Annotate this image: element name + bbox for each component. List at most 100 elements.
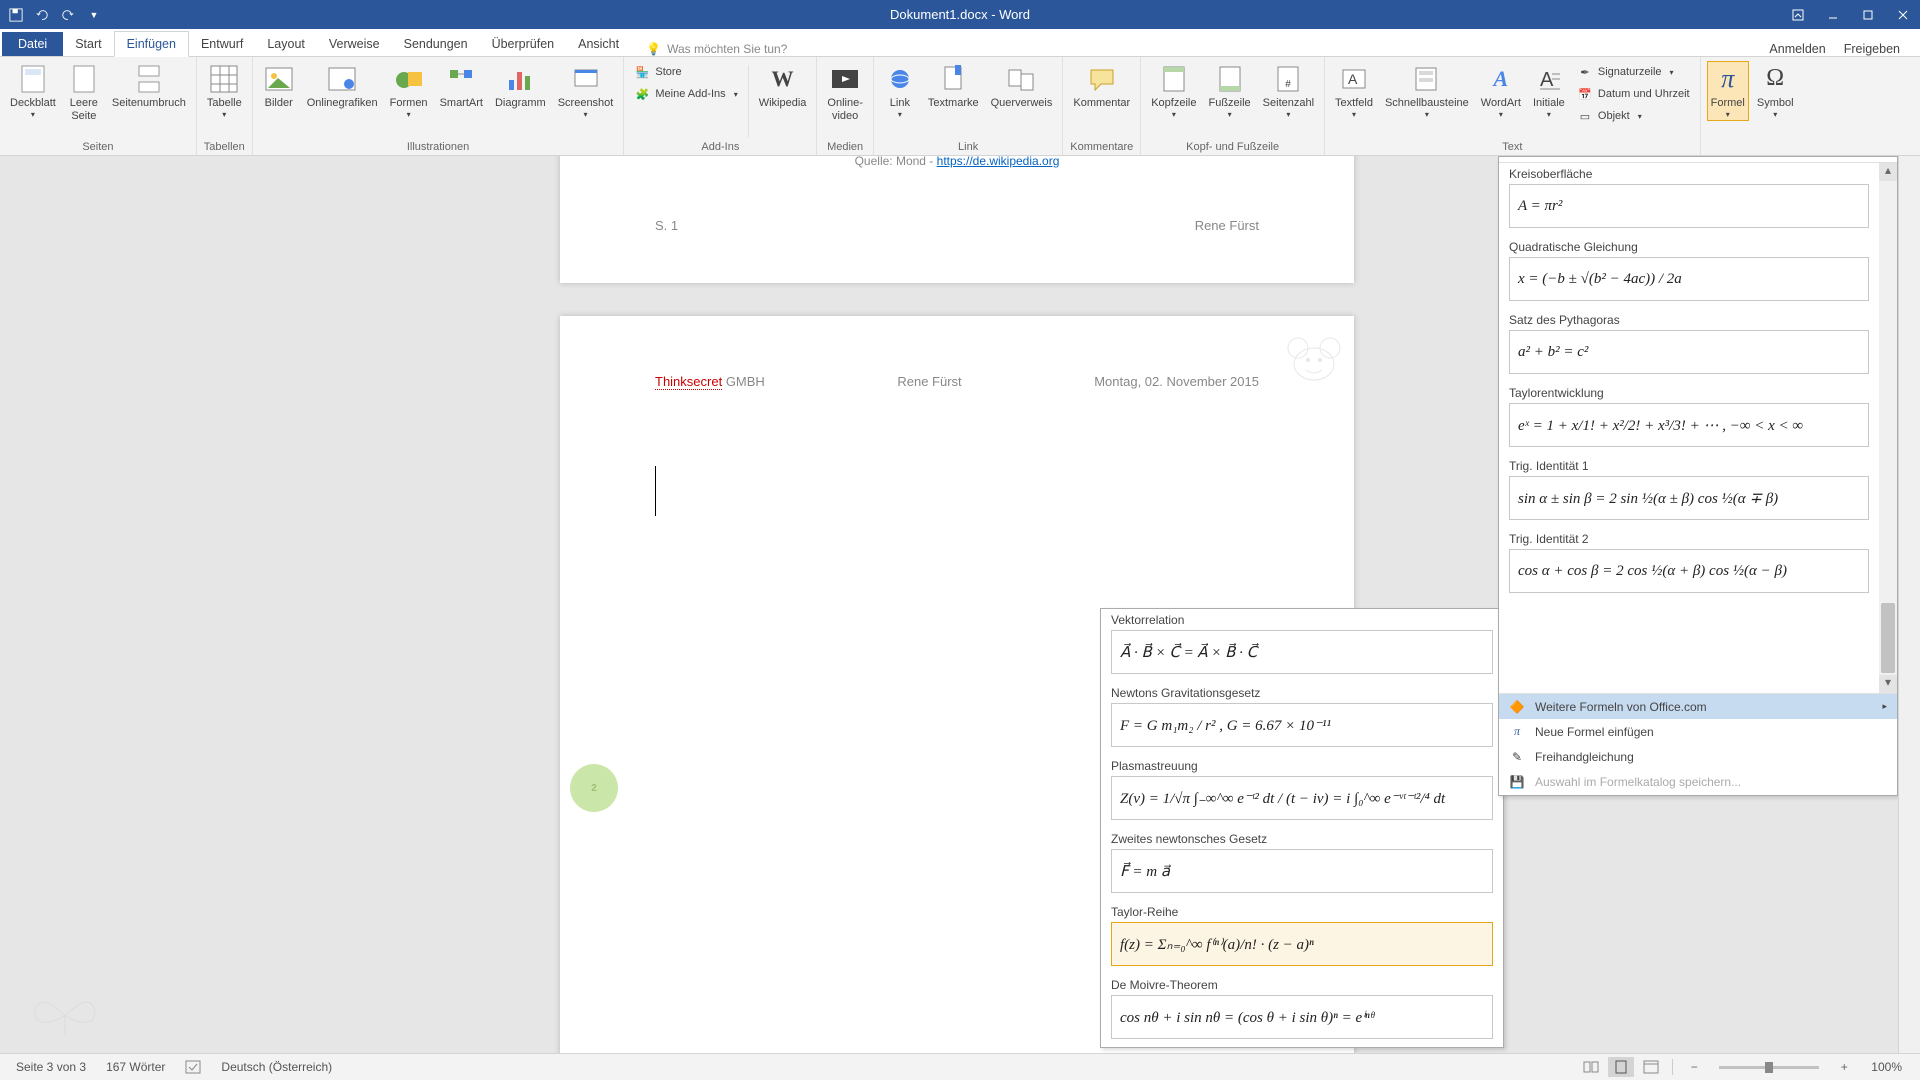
gallery-scrollbar[interactable]: ▴ ▾ [1879,163,1897,693]
footer-icon [1214,63,1246,95]
tab-einfuegen[interactable]: Einfügen [114,31,189,57]
pictures-icon [263,63,295,95]
equation-item[interactable]: Taylorentwicklungeˣ = 1 + x/1! + x²/2! +… [1499,382,1879,447]
share-button[interactable]: Freigeben [1844,42,1900,56]
formen-button[interactable]: Formen▾ [386,61,432,121]
formel-button[interactable]: πFormel▾ [1707,61,1749,121]
label: Link [890,97,910,110]
deckblatt-button[interactable]: Deckblatt▾ [6,61,60,121]
status-words[interactable]: 167 Wörter [96,1060,175,1074]
zoom-in-icon[interactable]: + [1831,1057,1857,1077]
diagramm-button[interactable]: Diagramm [491,61,550,112]
equation-item[interactable]: Zweites newtonsches GesetzF⃗ = m a⃗ [1101,828,1503,893]
save-icon[interactable] [4,4,28,26]
tab-ueberpruefen[interactable]: Überprüfen [480,32,567,56]
scroll-thumb[interactable] [1881,603,1895,673]
textfeld-button[interactable]: ATextfeld▾ [1331,61,1377,121]
close-icon[interactable] [1885,0,1920,29]
equation-item[interactable]: Taylor-Reihef(z) = Σₙ₌₀^∞ f⁽ⁿ⁾(a)/n! · (… [1101,901,1503,966]
label: Meine Add-Ins [655,88,725,100]
wikipedia-button[interactable]: WWikipedia [755,61,811,112]
datum-uhrzeit-button[interactable]: 📅Datum und Uhrzeit [1573,83,1694,105]
equation-title: Satz des Pythagoras [1509,313,1869,330]
equation-item[interactable]: VektorrelationA⃗ · B⃗ × C⃗ = A⃗ × B⃗ · C… [1101,609,1503,674]
scroll-up-icon[interactable]: ▴ [1879,163,1897,181]
zoom-thumb[interactable] [1765,1062,1773,1073]
vertical-scrollbar[interactable] [1898,156,1920,1053]
view-read-icon[interactable] [1578,1057,1604,1077]
company-name-b: GMBH [722,374,765,389]
table-icon [208,63,240,95]
tab-start[interactable]: Start [63,32,113,56]
redo-icon[interactable] [56,4,80,26]
window-title: Dokument1.docx - Word [890,7,1030,22]
bilder-button[interactable]: Bilder [259,61,299,112]
label: Textmarke [928,97,979,110]
equation-item[interactable]: Trig. Identität 2cos α + cos β = 2 cos ½… [1499,528,1879,593]
tab-ansicht[interactable]: Ansicht [566,32,631,56]
tab-entwurf[interactable]: Entwurf [189,32,255,56]
tab-layout[interactable]: Layout [255,32,317,56]
textmarke-button[interactable]: Textmarke [924,61,983,112]
tabelle-button[interactable]: Tabelle▾ [203,61,246,121]
link-button[interactable]: Link▾ [880,61,920,121]
tab-sendungen[interactable]: Sendungen [392,32,480,56]
label: Neue Formel einfügen [1535,725,1654,739]
equation-item[interactable]: Quadratische Gleichungx = (−b ± √(b² − 4… [1499,236,1879,301]
scroll-down-icon[interactable]: ▾ [1879,675,1897,693]
zoom-out-icon[interactable]: − [1681,1057,1707,1077]
smartart-button[interactable]: SmartArt [436,61,487,112]
kommentar-button[interactable]: Kommentar [1069,61,1134,112]
symbol-button[interactable]: ΩSymbol▾ [1753,61,1798,121]
status-language[interactable]: Deutsch (Österreich) [211,1060,342,1074]
view-web-icon[interactable] [1638,1057,1664,1077]
fusszeile-button[interactable]: Fußzeile▾ [1204,61,1254,121]
wordart-button[interactable]: AWordArt▾ [1477,61,1525,121]
equation-preview: Z(v) = 1/√π ∫₋∞^∞ e⁻ᵗ² dt / (t − iv) = i… [1111,776,1493,820]
seitenzahl-button[interactable]: #Seitenzahl▾ [1259,61,1318,121]
signaturzeile-button[interactable]: ✒Signaturzeile▾ [1573,61,1694,83]
label: Tabelle [207,97,242,110]
seitenumbruch-button[interactable]: Seitenumbruch [108,61,190,112]
new-equation[interactable]: πNeue Formel einfügen [1499,719,1897,744]
undo-icon[interactable] [30,4,54,26]
addins-icon: 🧩 [634,86,650,102]
screenshot-button[interactable]: Screenshot▾ [554,61,618,121]
schnellbausteine-button[interactable]: Schnellbausteine▾ [1381,61,1473,121]
equation-item[interactable]: PlasmastreuungZ(v) = 1/√π ∫₋∞^∞ e⁻ᵗ² dt … [1101,755,1503,820]
equation-item[interactable]: De Moivre-Theoremcos nθ + i sin nθ = (co… [1101,974,1503,1039]
equation-item[interactable]: Satz des Pythagorasa² + b² = c² [1499,309,1879,374]
status-proofing-icon[interactable] [175,1060,211,1074]
view-print-icon[interactable] [1608,1057,1634,1077]
status-page[interactable]: Seite 3 von 3 [6,1060,96,1074]
equation-item[interactable]: Newtons GravitationsgesetzF = G m₁m₂ / r… [1101,682,1503,747]
zoom-level[interactable]: 100% [1861,1060,1906,1074]
label: Schnellbausteine [1385,97,1469,110]
querverweis-button[interactable]: Querverweis [987,61,1057,112]
kopfzeile-button[interactable]: Kopfzeile▾ [1147,61,1200,121]
initiale-button[interactable]: AInitiale▾ [1529,61,1569,121]
store-button[interactable]: 🏪Store [630,61,741,83]
maximize-icon[interactable] [1850,0,1885,29]
my-addins-button[interactable]: 🧩Meine Add-Ins▾ [630,83,741,105]
qat-customize-icon[interactable]: ▼ [82,4,106,26]
onlinegrafiken-button[interactable]: Onlinegrafiken [303,61,382,112]
source-link[interactable]: https://de.wikipedia.org [937,156,1060,168]
more-equations-office[interactable]: 🔶Weitere Formeln von Office.com▸ [1499,694,1897,719]
tell-me[interactable]: 💡 Was möchten Sie tun? [646,42,787,56]
svg-text:A: A [1540,69,1554,91]
tab-verweise[interactable]: Verweise [317,32,392,56]
zoom-slider[interactable] [1719,1066,1819,1069]
ink-equation[interactable]: ✎Freihandgleichung [1499,744,1897,769]
objekt-button[interactable]: ▭Objekt▾ [1573,105,1694,127]
leere-seite-button[interactable]: Leere Seite [64,61,104,124]
page-number-icon: # [1272,63,1304,95]
equation-title: Kreisoberfläche [1509,167,1869,184]
tab-datei[interactable]: Datei [2,32,63,56]
ribbon-display-icon[interactable] [1780,0,1815,29]
equation-item[interactable]: KreisoberflächeA = πr² [1499,163,1879,228]
minimize-icon[interactable] [1815,0,1850,29]
sign-in-button[interactable]: Anmelden [1769,42,1825,56]
equation-item[interactable]: Trig. Identität 1sin α ± sin β = 2 sin ½… [1499,455,1879,520]
onlinevideo-button[interactable]: Online- video [823,61,866,124]
